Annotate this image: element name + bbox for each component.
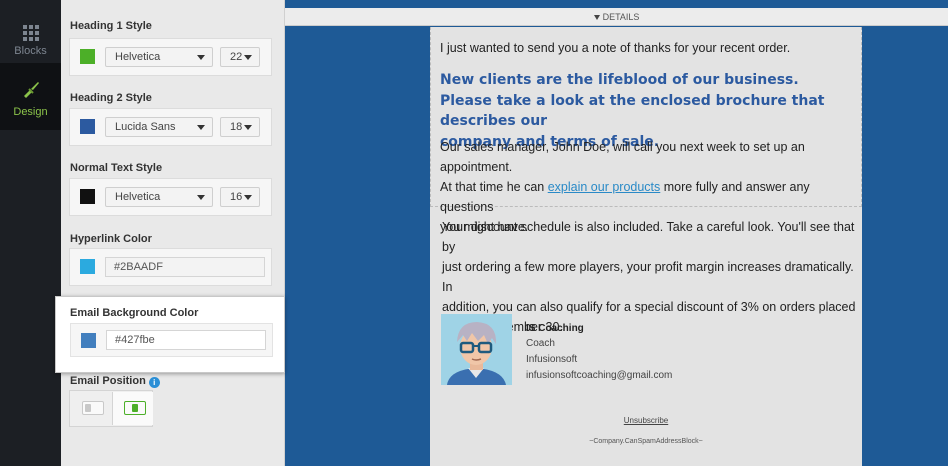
email-background-color-panel: Email Background Color #427fbe (55, 296, 285, 373)
email-position-selector (69, 390, 153, 427)
normal-text-color-swatch[interactable] (80, 189, 95, 204)
heading2-style-box: Lucida Sans 18 (69, 108, 272, 146)
hyperlink-color-input[interactable]: #2BAADF (105, 257, 265, 277)
details-toggle[interactable]: DETAILS (285, 8, 948, 26)
chevron-down-icon (244, 195, 252, 200)
signature-company: Infusionsoft (526, 354, 578, 365)
nav-blocks-label: Blocks (14, 45, 47, 57)
heading1-font-value: Helvetica (115, 51, 161, 63)
heading2-style-title: Heading 2 Style (70, 92, 152, 104)
heading1-color-swatch[interactable] (80, 49, 95, 64)
heading2-size-select[interactable]: 18 (220, 117, 260, 137)
normal-text-style-title: Normal Text Style (70, 162, 163, 174)
email-editor: Blocks Design Heading 1 Style Helvetica … (0, 0, 948, 466)
explain-products-link[interactable]: explain our products (548, 180, 661, 194)
paragraph-line: Our sales manager, John Doe, will call y… (440, 140, 805, 174)
chevron-down-icon (244, 55, 252, 60)
signature-name: IS Coaching (526, 323, 584, 334)
left-nav-rail: Blocks Design (0, 0, 61, 466)
signature-role: Coach (526, 338, 555, 349)
normal-text-style-box: Helvetica 16 (69, 178, 272, 216)
heading-line: Please take a look at the enclosed broch… (440, 92, 825, 130)
email-body: I just wanted to send you a note of than… (430, 27, 862, 466)
normal-text-size-value: 16 (230, 191, 243, 203)
heading2-color-swatch[interactable] (80, 119, 95, 134)
heading-line: New clients are the lifeblood of our bus… (440, 72, 799, 88)
heading2-font-select[interactable]: Lucida Sans (105, 117, 213, 137)
paragraph-text: At that time he can (440, 180, 548, 194)
email-background-color-swatch[interactable] (81, 333, 96, 348)
heading1-style-box: Helvetica 22 (69, 38, 272, 76)
unsubscribe-link[interactable]: Unsubscribe (430, 416, 862, 425)
normal-text-size-select[interactable]: 16 (220, 187, 260, 207)
signature-email: infusionsoftcoaching@gmail.com (526, 370, 673, 381)
nav-design-label: Design (13, 106, 48, 118)
hyperlink-color-box: #2BAADF (69, 248, 272, 286)
email-background-color-input[interactable]: #427fbe (106, 330, 266, 350)
chevron-down-icon (197, 55, 205, 60)
grid-icon (22, 25, 39, 41)
paintbrush-icon (23, 82, 39, 98)
email-background-color-box: #427fbe (70, 323, 273, 357)
spam-address-block: ~Company.CanSpamAddressBlock~ (589, 438, 703, 445)
heading1-size-select[interactable]: 22 (220, 47, 260, 67)
email-background-color-title: Email Background Color (70, 307, 199, 319)
info-icon[interactable]: i (148, 377, 160, 388)
position-left-option[interactable] (71, 392, 112, 425)
nav-blocks[interactable]: Blocks (0, 0, 61, 63)
position-right-option[interactable] (112, 392, 153, 425)
intro-text: I just wanted to send you a note of than… (440, 41, 791, 55)
normal-text-font-value: Helvetica (115, 191, 161, 203)
heading2-size-value: 18 (230, 121, 243, 133)
chevron-down-icon (197, 195, 205, 200)
hyperlink-color-title: Hyperlink Color (70, 233, 152, 245)
email-position-label: Email Position (70, 375, 146, 387)
heading1-size-value: 22 (230, 51, 243, 63)
heading1-font-select[interactable]: Helvetica (105, 47, 213, 67)
paragraph-line: just ordering a few more players, your p… (442, 260, 854, 294)
chevron-down-icon (197, 125, 205, 130)
hyperlink-color-swatch[interactable] (80, 259, 95, 274)
normal-text-font-select[interactable]: Helvetica (105, 187, 213, 207)
chevron-down-icon (244, 125, 252, 130)
nav-design[interactable]: Design (0, 63, 61, 130)
paragraph-line: Your discount schedule is also included.… (442, 220, 855, 254)
avatar-image (441, 314, 512, 385)
heading1-style-title: Heading 1 Style (70, 20, 152, 32)
arrow-down-icon (593, 15, 600, 20)
paragraph-line: At that time he can explain our products… (440, 177, 862, 217)
email-position-title: Email Position i (70, 375, 160, 388)
heading2-font-value: Lucida Sans (115, 121, 176, 133)
details-label: DETAILS (602, 12, 640, 22)
